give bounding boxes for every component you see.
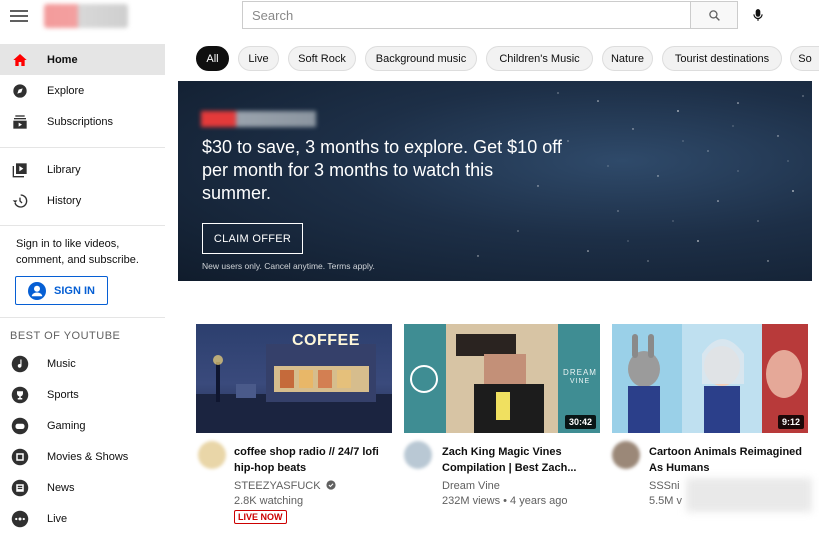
sidebar-item-sports[interactable]: Sports [0,379,165,410]
sidebar-item-live[interactable]: Live [0,503,165,534]
sign-in-label: SIGN IN [54,284,95,297]
channel-name[interactable]: STEEZYASFUCK [234,479,336,494]
sidebar-item-home[interactable]: Home [0,44,165,75]
sidebar-item-label: Home [47,53,78,66]
thumbnail-text: COFFEE [292,332,360,349]
mic-icon [753,9,763,21]
chip-background-music[interactable]: Background music [365,46,477,71]
video-meta: 5.5M v [649,495,683,507]
sidebar-item-gaming[interactable]: Gaming [0,410,165,441]
video-thumbnail[interactable]: 9:12 [612,324,808,433]
video-duration: 30:42 [564,415,596,429]
avatar[interactable] [612,441,640,469]
account-icon [28,281,46,300]
channel-name[interactable]: SSSni [649,479,680,494]
sidebar: Home Explore Subscriptions Library Histo… [0,36,166,537]
chip-bar: All Live Soft Rock Background music Chil… [178,36,819,80]
chip-live[interactable]: Live [238,46,279,71]
chip-all[interactable]: All [196,46,229,71]
thumbnail-text: VINE [569,378,591,385]
music-icon [11,355,29,373]
news-icon [11,479,29,497]
sidebar-item-label: Live [47,512,68,525]
channel-name[interactable]: Dream Vine [442,479,500,494]
sidebar-item-label: History [47,194,82,207]
video-title[interactable]: coffee shop radio // 24/7 lofi hip-hop b… [234,444,394,476]
video-thumbnail[interactable]: COFFEE [196,324,392,433]
banner-fineprint: New users only. Cancel anytime. Terms ap… [202,261,375,271]
channel-name-label: STEEZYASFUCK [234,480,321,492]
video-thumbnail[interactable]: DREAM VINE 30:42 [404,324,600,433]
video-meta: 2.8K watching [234,495,304,507]
subscriptions-icon [11,113,29,131]
sidebar-item-explore[interactable]: Explore [0,75,165,106]
sign-in-button[interactable]: SIGN IN [15,276,108,305]
sidebar-item-label: Music [47,357,76,370]
sidebar-item-label: Movies & Shows [47,450,129,463]
trophy-icon [11,386,29,404]
divider [0,317,165,318]
sidebar-item-label: Library [47,163,81,176]
promo-banner: $30 to save, 3 months to explore. Get $1… [178,81,812,281]
chip-nature[interactable]: Nature [602,46,653,71]
gamepad-icon [11,417,29,435]
youtube-logo[interactable] [44,4,128,28]
compass-icon [11,82,29,100]
sidebar-item-news[interactable]: News [0,472,165,503]
home-icon [11,51,29,69]
video-meta: 232M views • 4 years ago [442,495,568,507]
thumbnail-text: DREAM [563,368,597,377]
search-input[interactable] [242,1,690,29]
chip-soft-rock[interactable]: Soft Rock [288,46,356,71]
sidebar-item-subscriptions[interactable]: Subscriptions [0,106,165,137]
chip-partial[interactable]: So [790,46,819,71]
avatar[interactable] [198,441,226,469]
search-button[interactable] [690,1,738,29]
sidebar-item-label: Subscriptions [47,115,114,128]
redaction-blur [686,478,812,512]
sidebar-item-label: News [47,481,75,494]
live-badge: LIVE NOW [234,510,287,524]
voice-search-button[interactable] [746,3,770,27]
avatar[interactable] [404,441,432,469]
video-title[interactable]: Cartoon Animals Reimagined As Humans [649,444,809,476]
library-icon [11,161,29,179]
sidebar-item-label: Gaming [47,419,86,432]
youtube-premium-logo [201,111,316,127]
movies-icon [11,448,29,466]
search-icon [708,9,720,21]
divider [0,225,165,226]
menu-icon[interactable] [10,7,28,23]
sidebar-item-library[interactable]: Library [0,154,165,185]
divider [0,147,165,148]
sidebar-item-history[interactable]: History [0,185,165,216]
chip-childrens-music[interactable]: Children's Music [486,46,593,71]
claim-offer-button[interactable]: CLAIM OFFER [202,223,303,254]
video-duration: 9:12 [777,415,804,429]
sidebar-item-movies-shows[interactable]: Movies & Shows [0,441,165,472]
section-title: BEST OF YOUTUBE [10,330,121,342]
banner-headline: $30 to save, 3 months to explore. Get $1… [202,137,562,203]
check-circle-icon [326,480,336,490]
sidebar-item-label: Explore [47,84,85,97]
top-bar [0,0,819,34]
signin-prompt: Sign in to like videos, comment, and sub… [16,238,139,266]
sidebar-item-music[interactable]: Music [0,348,165,379]
history-icon [11,192,29,210]
video-title[interactable]: Zach King Magic Vines Compilation | Best… [442,444,602,476]
chip-tourist-destinations[interactable]: Tourist destinations [662,46,782,71]
sidebar-item-label: Sports [47,388,79,401]
live-icon [11,510,29,528]
